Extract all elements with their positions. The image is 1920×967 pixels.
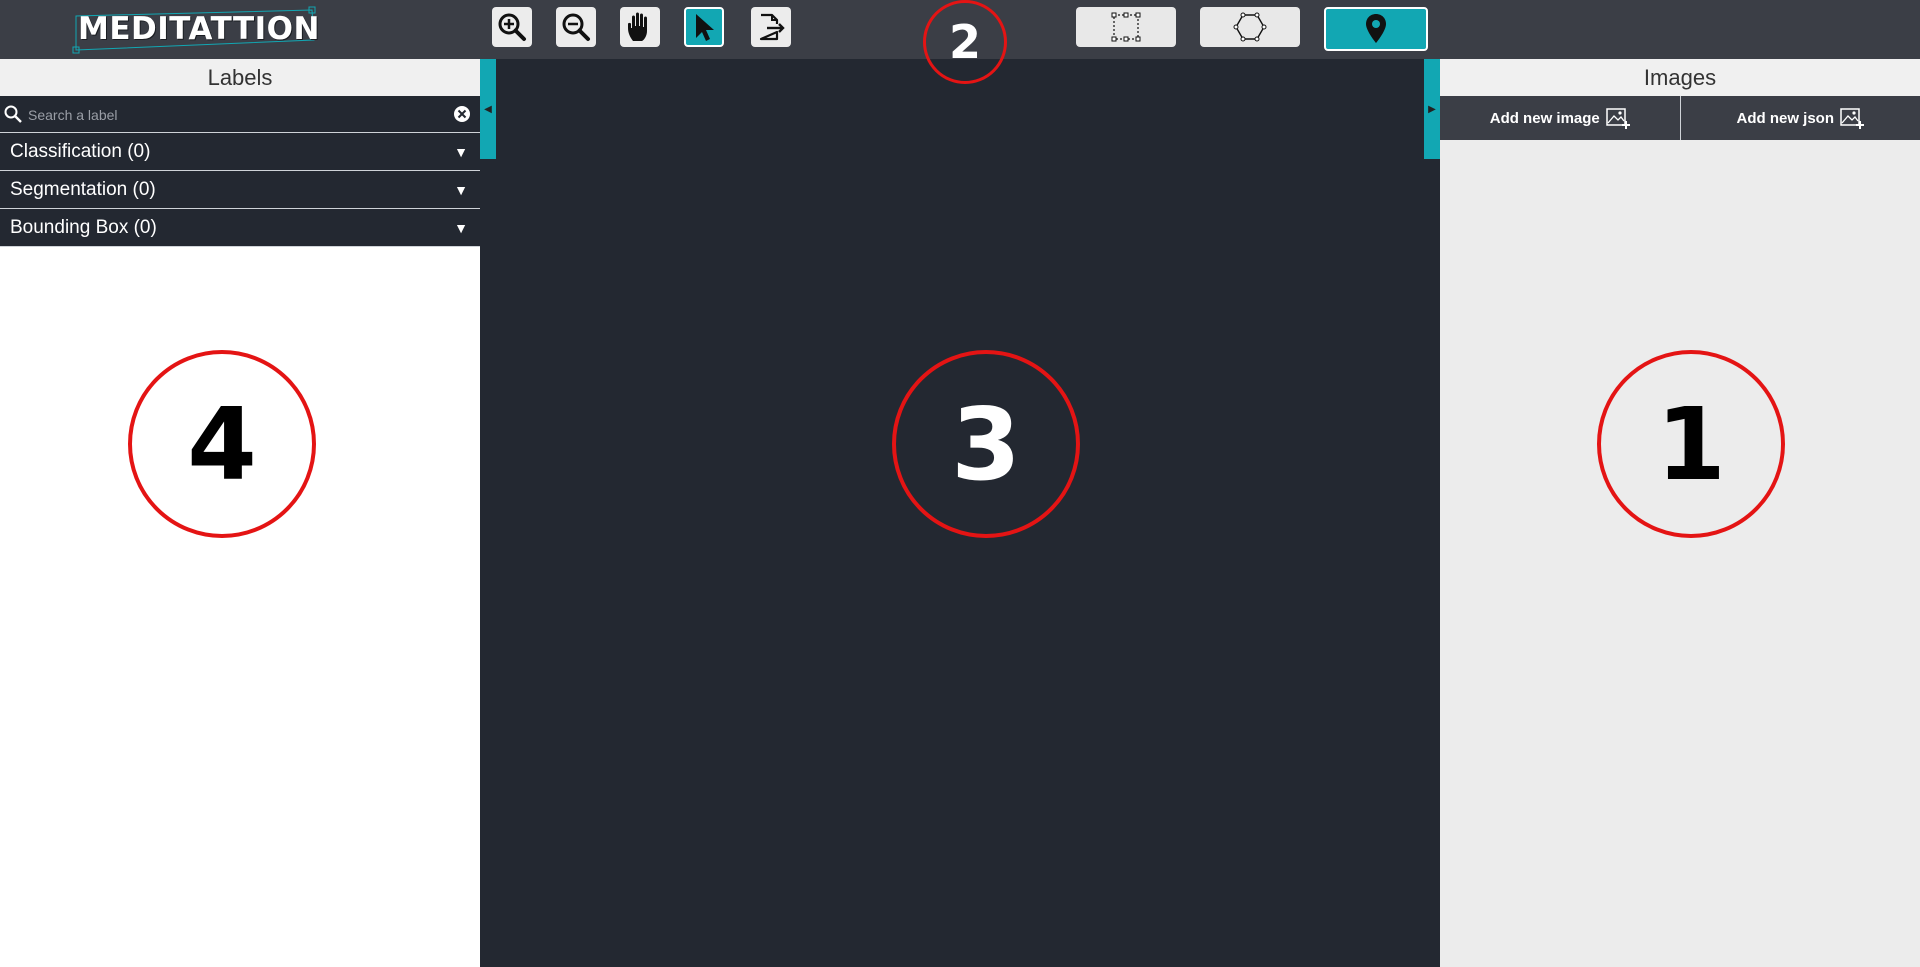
caret-down-icon: ▼ [454, 220, 468, 236]
rectangle-tool-button[interactable] [1076, 7, 1176, 47]
hand-pan-icon [628, 12, 647, 41]
category-label: Bounding Box (0) [10, 217, 157, 238]
logo-text: MEDITATTION [78, 11, 320, 47]
category-label: Segmentation (0) [10, 179, 156, 200]
point-tool-button[interactable] [1324, 7, 1428, 51]
app-logo: MEDITATTION [72, 6, 319, 54]
images-panel-title: Images [1440, 59, 1920, 96]
category-classification[interactable]: Classification (0) ▼ [0, 133, 480, 171]
add-image-button[interactable]: Add new image [1440, 96, 1680, 140]
select-button[interactable] [684, 7, 724, 47]
cursor-select-icon [696, 14, 714, 41]
annotation-marker-4: 4 [128, 350, 316, 538]
add-image-label: Add new image [1489, 109, 1600, 127]
add-json-button[interactable]: Add new json [1681, 96, 1920, 140]
polygon-tool-button[interactable] [1200, 7, 1300, 47]
add-json-label: Add new json [1736, 109, 1835, 127]
zoom-out-button[interactable] [556, 7, 596, 47]
collapse-left-panel-button[interactable]: ◀ [480, 59, 496, 159]
arrow-right-icon: ▶ [1428, 103, 1436, 115]
export-button[interactable] [751, 7, 791, 47]
annotation-marker-1: 1 [1597, 350, 1785, 538]
collapse-right-panel-button[interactable]: ▶ [1424, 59, 1440, 159]
arrow-left-icon: ◀ [484, 103, 492, 115]
zoom-in-icon [498, 13, 526, 41]
category-bounding-box[interactable]: Bounding Box (0) ▼ [0, 209, 480, 247]
marker-number: 1 [1656, 385, 1726, 503]
label-search [0, 96, 480, 133]
export-icon [759, 13, 785, 41]
search-icon [4, 105, 22, 123]
zoom-in-button[interactable] [492, 7, 532, 47]
add-image-icon [1606, 108, 1630, 129]
clear-search-icon[interactable] [453, 105, 471, 123]
point-pin-icon [1366, 14, 1386, 43]
category-label: Classification (0) [10, 141, 151, 162]
rectangle-shape-icon [1111, 12, 1141, 42]
zoom-out-icon [562, 13, 590, 41]
marker-number: 3 [951, 385, 1021, 503]
labels-panel-title: Labels [0, 59, 480, 96]
annotation-marker-3: 3 [892, 350, 1080, 538]
marker-number: 4 [187, 385, 257, 503]
polygon-shape-icon [1233, 12, 1267, 42]
category-segmentation[interactable]: Segmentation (0) ▼ [0, 171, 480, 209]
image-actions: Add new image Add new json [1440, 96, 1920, 140]
add-json-icon [1840, 108, 1864, 129]
caret-down-icon: ▼ [454, 182, 468, 198]
pan-button[interactable] [620, 7, 660, 47]
caret-down-icon: ▼ [454, 144, 468, 160]
label-search-input[interactable] [26, 100, 440, 130]
